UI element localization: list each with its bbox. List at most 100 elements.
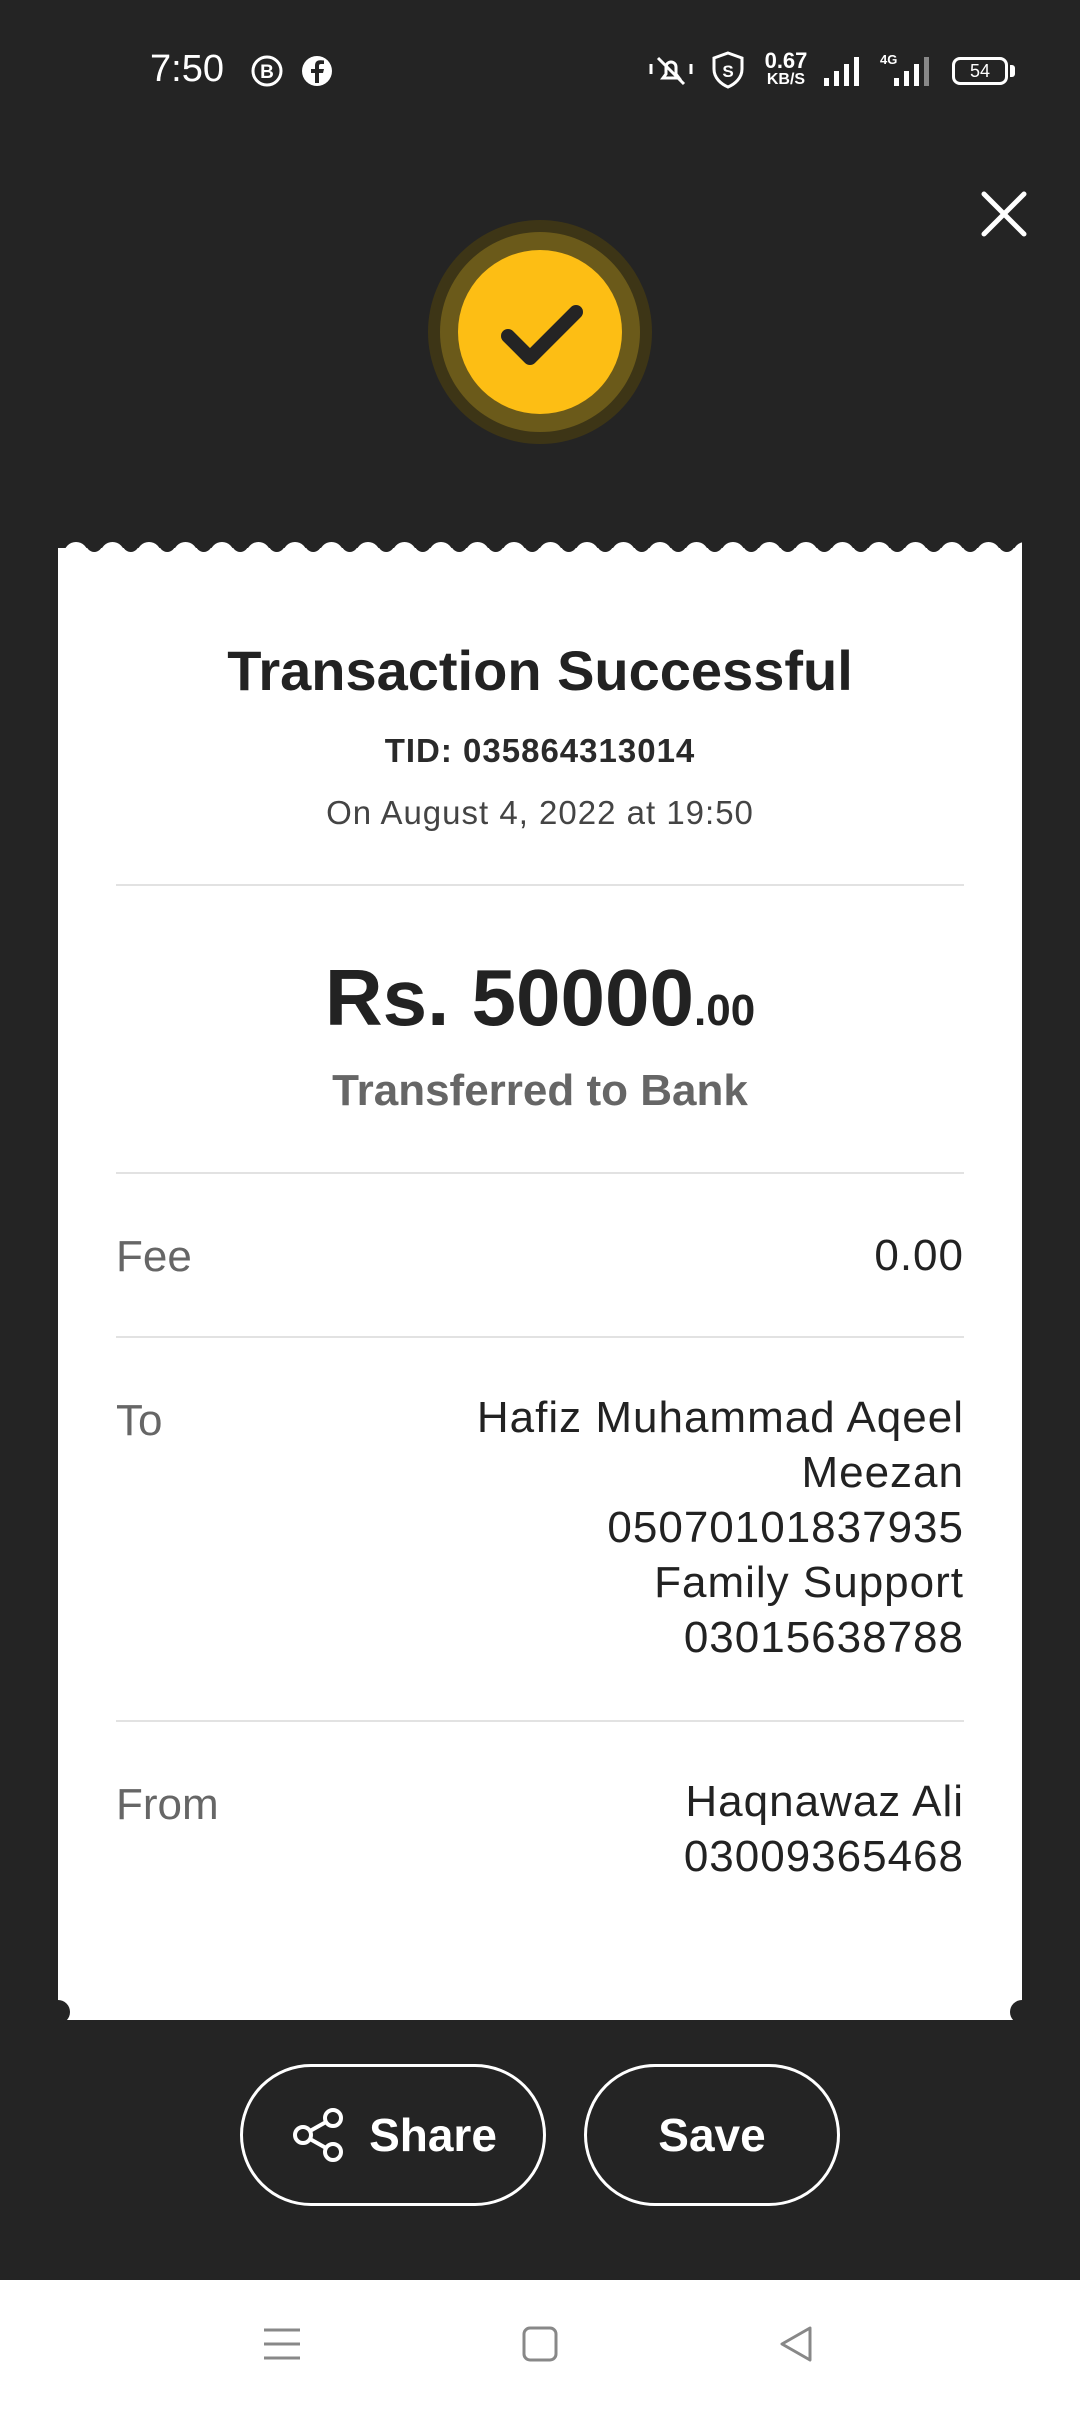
scallop-dot (575, 542, 599, 566)
scallop-gap (998, 540, 1015, 552)
shield-icon: S (710, 50, 746, 95)
status-time: 7:50 (150, 48, 224, 90)
sender-phone: 03009365468 (683, 1832, 964, 1881)
scallop-gap (451, 540, 468, 552)
transaction-id: TID: 035864313014 (384, 732, 696, 769)
divider (116, 1336, 964, 1338)
scallop-dot (100, 542, 125, 566)
scallop-gap (159, 540, 176, 552)
facebook-icon (300, 54, 334, 93)
scallop-gap (743, 540, 760, 552)
fee-label: Fee (116, 1232, 192, 1281)
scallop-dot (319, 542, 344, 566)
scallop-gap (889, 540, 906, 552)
scallop-dot (903, 542, 928, 566)
home-button[interactable] (520, 2322, 560, 2371)
scallop-dot (976, 542, 1001, 566)
scallop-dot (429, 542, 453, 566)
network-type-label: 4G (880, 52, 897, 67)
mute-icon (648, 52, 694, 93)
scallop-gap (560, 540, 577, 552)
back-triangle-icon (780, 2326, 812, 2362)
transfer-purpose: Family Support (654, 1558, 964, 1607)
scallop-gap (86, 540, 103, 552)
from-label: From (116, 1780, 219, 1829)
scallop-dot (721, 542, 745, 566)
scallop-dot (757, 542, 782, 566)
sender-name: Haqnawaz Ali (685, 1777, 964, 1826)
battery-tip (1010, 65, 1015, 77)
network-speed-value: 0.67 (764, 48, 808, 73)
scallop-gap (962, 540, 979, 552)
scallop-gap (633, 540, 650, 552)
close-icon (981, 191, 1027, 237)
b-icon: B (250, 54, 284, 93)
share-icon (293, 2108, 344, 2162)
amount-cents: .00 (694, 986, 756, 1035)
share-button-label: Share (369, 2109, 497, 2161)
scallop-gap (670, 540, 687, 552)
menu-icon (264, 2328, 300, 2360)
scallop-gap (779, 540, 796, 552)
recent-apps-button[interactable] (262, 2322, 302, 2371)
scallop-gap (706, 540, 723, 552)
scallop-dot (648, 542, 672, 566)
network-speed-unit: KB/S (766, 71, 806, 88)
to-details: Hafiz Muhammad Aqeel Meezan 050701018379… (477, 1390, 964, 1665)
scallop-gap (925, 540, 942, 552)
recipient-account: 05070101837935 (607, 1503, 964, 1552)
success-badge-core (458, 250, 622, 414)
scallop-gap (341, 540, 358, 552)
transfer-type: Transferred to Bank (332, 1066, 748, 1115)
close-button[interactable] (976, 186, 1032, 242)
recipient-bank: Meezan (801, 1448, 964, 1497)
battery-icon: 54 (952, 57, 1015, 85)
to-label: To (116, 1396, 163, 1445)
fee-value: 0.00 (874, 1231, 964, 1280)
scallop-gap (268, 540, 285, 552)
from-details: Haqnawaz Ali 03009365468 (684, 1774, 964, 1884)
scallop-gap (122, 540, 139, 552)
scallop-dot (684, 542, 709, 566)
scallop-gap (524, 540, 541, 552)
scallop-dot (246, 542, 271, 566)
scallop-dot (465, 542, 490, 566)
save-button[interactable]: Save (584, 2064, 840, 2206)
transaction-amount: Rs. 50000.00 (58, 952, 1022, 1044)
scallop-dot (356, 542, 380, 566)
success-badge (428, 220, 652, 444)
amount-main: Rs. 50000 (324, 953, 694, 1042)
scallop-dot (502, 542, 526, 566)
scallop-gap (816, 540, 833, 552)
scallop-dot (173, 542, 198, 566)
scallop-dot (830, 542, 855, 566)
scallop-gap (414, 540, 431, 552)
svg-text:B: B (260, 62, 274, 83)
share-button[interactable]: Share (240, 2064, 546, 2206)
status-bar: 7:50 B S 0.67 KB/S 4G 54 (0, 0, 1080, 140)
scallop-dot (611, 542, 636, 566)
scallop-dot (940, 542, 964, 566)
scallop-gap (305, 540, 322, 552)
scallop-dot (392, 542, 417, 566)
recipient-phone: 03015638788 (683, 1613, 964, 1662)
battery-level: 54 (952, 57, 1008, 85)
divider (116, 1720, 964, 1722)
scallop-gap (195, 540, 212, 552)
receipt-card: Transaction Successful TID: 035864313014… (58, 548, 1022, 2020)
signal-icon (822, 54, 862, 93)
transaction-date: On August 4, 2022 at 19:50 (326, 794, 754, 831)
scallop-dot (283, 542, 307, 566)
divider (116, 884, 964, 886)
scallop-gap (852, 540, 869, 552)
save-button-label: Save (658, 2109, 766, 2161)
receipt-title: Transaction Successful (227, 639, 853, 702)
signal-4g-icon: 4G (878, 52, 938, 95)
scallop-dot (137, 542, 161, 566)
scallop-dot (64, 542, 88, 566)
recipient-name: Hafiz Muhammad Aqeel (476, 1393, 964, 1442)
back-button[interactable] (776, 2322, 816, 2371)
home-square-icon (522, 2326, 558, 2362)
receipt-bottom-edge (58, 2000, 1022, 2024)
svg-text:S: S (722, 62, 733, 81)
